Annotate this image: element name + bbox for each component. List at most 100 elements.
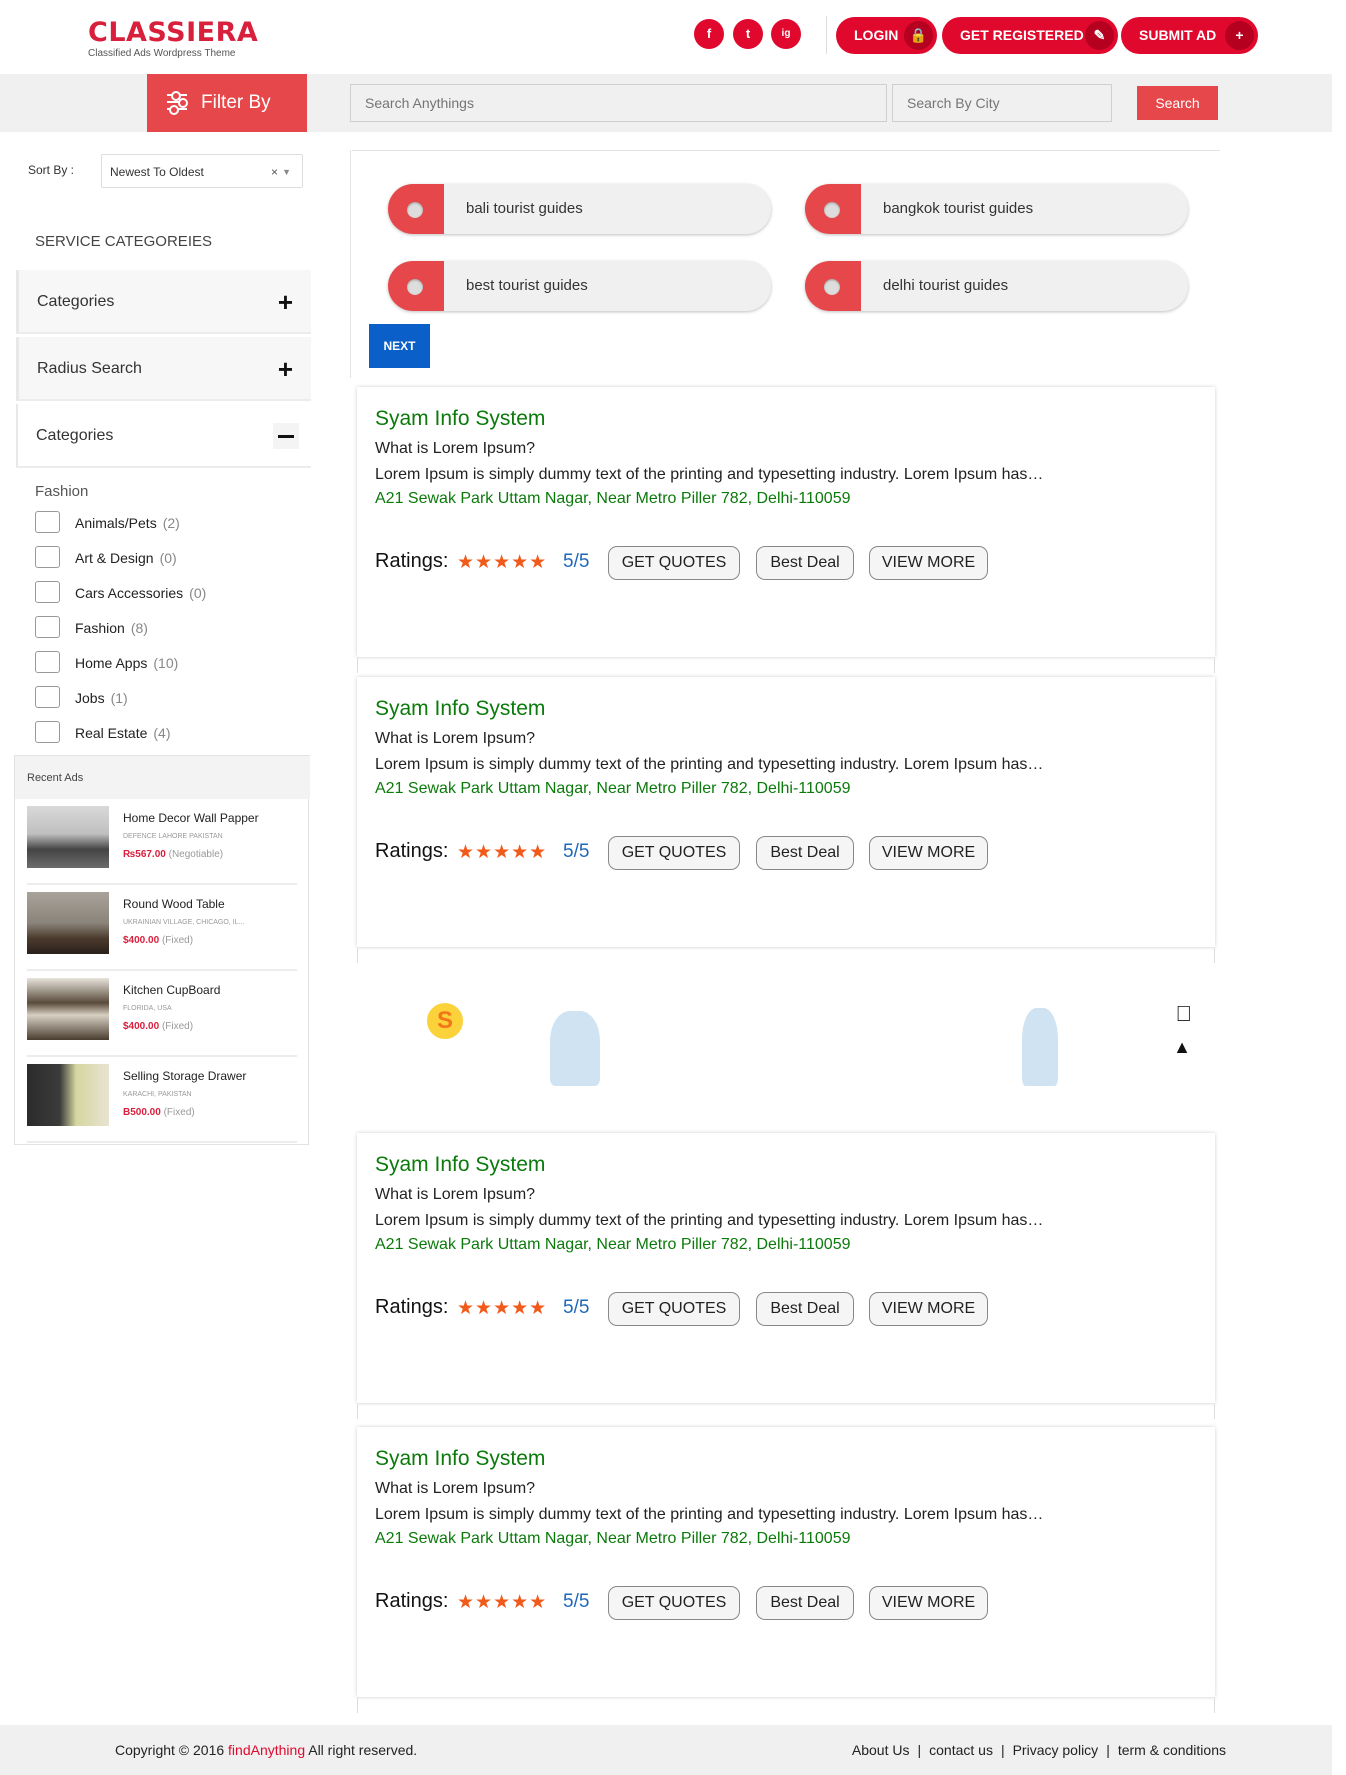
recent-ad-location: DEFENCE LAHORE PAKISTAN [123,833,223,840]
recent-ad-image[interactable] [27,806,109,868]
tag-pill[interactable]: bali tourist guides [388,184,771,234]
accordion-categories-open[interactable]: Categories [16,404,311,468]
logo[interactable]: CLASSIERA Classified Ads Wordpress Theme [88,18,258,60]
best-deal-button[interactable]: Best Deal [756,1292,854,1326]
accordion-categories[interactable]: Categories + [16,270,311,334]
copyright-prefix: Copyright © 2016 [115,1742,225,1758]
search-input[interactable] [350,84,887,122]
copyright-suffix: All right reserved. [308,1742,418,1758]
sort-by-select[interactable]: Newest To Oldest × ▼ [101,154,303,188]
best-deal-button[interactable]: Best Deal [756,546,854,580]
get-quotes-button[interactable]: GET QUOTES [608,546,740,580]
divider [350,150,351,378]
recent-ad-title[interactable]: Selling Storage Drawer [123,1069,246,1083]
tag-pill[interactable]: bangkok tourist guides [805,184,1188,234]
next-button[interactable]: NEXT [369,324,430,368]
accordion-radius-search[interactable]: Radius Search + [16,337,311,401]
recent-ad-item[interactable]: Round Wood Table UKRAINIAN VILLAGE, CHIC… [27,885,297,971]
recent-ad-item[interactable]: Home Decor Wall Papper DEFENCE LAHORE PA… [27,799,297,885]
animals-icon [35,511,60,533]
submit-ad-button[interactable]: SUBMIT AD + [1121,17,1258,54]
ratings-label: Ratings: [375,1296,449,1318]
search-button[interactable]: Search [1137,86,1218,120]
best-deal-button[interactable]: Best Deal [756,836,854,870]
tag-label: delhi tourist guides [883,277,1009,294]
view-more-button[interactable]: VIEW MORE [869,836,988,870]
listing-address: A21 Sewak Park Uttam Nagar, Near Metro P… [375,1530,851,1547]
filter-by-label: Filter By [201,92,271,113]
view-more-button[interactable]: VIEW MORE [869,1586,988,1620]
get-registered-button[interactable]: GET REGISTERED ✎ [942,17,1118,54]
category-count: (2) [162,515,180,531]
ratings-label: Ratings: [375,840,449,862]
listing-question: What is Lorem Ipsum? [375,730,536,747]
recent-ad-image[interactable] [27,978,109,1040]
recent-ad-location: FLORIDA, USA [123,1005,172,1012]
footer-brand-link[interactable]: findAnything [228,1742,305,1758]
recent-ads-title: Recent Ads [15,755,310,799]
tag-pill[interactable]: best tourist guides [388,261,771,311]
twitter-icon[interactable]: t [733,19,763,49]
listing-card: Syam Info System What is Lorem Ipsum? Lo… [357,677,1215,947]
recent-ad-title[interactable]: Round Wood Table [123,897,225,911]
tag-pill[interactable]: delhi tourist guides [805,261,1188,311]
category-label: Home Apps [75,655,148,671]
view-more-button[interactable]: VIEW MORE [869,546,988,580]
price-note: (Fixed) [161,935,194,946]
expand-icon[interactable]: + [278,270,293,334]
site-header: CLASSIERA Classified Ads Wordpress Theme… [0,0,1346,74]
listing-title[interactable]: Syam Info System [375,697,545,721]
filter-by-button[interactable]: Filter By [147,74,307,132]
star-rating-icon: ★★★★★ [457,552,548,573]
ratings-label: Ratings: [375,550,449,572]
apple-icon[interactable]:  [1176,1001,1193,1027]
collapse-icon[interactable] [273,423,299,449]
get-quotes-button[interactable]: GET QUOTES [608,836,740,870]
recent-ad-title[interactable]: Kitchen CupBoard [123,983,220,997]
listing-description: Lorem Ipsum is simply dummy text of the … [375,466,1044,483]
login-button[interactable]: LOGIN 🔒 [836,17,937,54]
footer-link-contact[interactable]: contact us [929,1742,993,1758]
expand-icon[interactable]: + [278,337,293,401]
recent-ad-image[interactable] [27,1064,109,1126]
listing-address: A21 Sewak Park Uttam Nagar, Near Metro P… [375,490,851,507]
radio-icon [805,184,861,234]
facebook-icon[interactable]: f [694,19,724,49]
ad-banner[interactable]: S Super diet Plans —— Weigt loss simplif… [360,983,1206,1086]
get-quotes-button[interactable]: GET QUOTES [608,1586,740,1620]
rating-value: 5/5 [563,551,590,572]
tag-label: best tourist guides [466,277,588,294]
star-rating-icon: ★★★★★ [457,1298,548,1319]
listing-title[interactable]: Syam Info System [375,1153,545,1177]
get-quotes-button[interactable]: GET QUOTES [608,1292,740,1326]
service-categories-title: SERVICE CATEGOREIES [35,233,212,250]
recent-ad-image[interactable] [27,892,109,954]
recent-ad-item[interactable]: Selling Storage Drawer KARACHI, PAKISTAN… [27,1057,297,1143]
listing-address: A21 Sewak Park Uttam Nagar, Near Metro P… [375,780,851,797]
listing-card: Syam Info System What is Lorem Ipsum? Lo… [357,1427,1215,1697]
divider [352,150,1220,151]
listing-address: A21 Sewak Park Uttam Nagar, Near Metro P… [375,1236,851,1253]
best-deal-button[interactable]: Best Deal [756,1586,854,1620]
clear-icon[interactable]: × [271,155,278,189]
android-icon[interactable]: ▲ [1173,1037,1191,1058]
category-count: (0) [159,550,177,566]
footer-link-about[interactable]: About Us [852,1742,910,1758]
footer-link-privacy[interactable]: Privacy policy [1013,1742,1099,1758]
recent-ad-location: KARACHI, PAKISTAN [123,1091,192,1098]
listing-title[interactable]: Syam Info System [375,407,545,431]
price-value: B500.00 [123,1107,161,1118]
star-rating-icon: ★★★★★ [457,1592,548,1613]
view-more-button[interactable]: VIEW MORE [869,1292,988,1326]
recent-ad-item[interactable]: Kitchen CupBoard FLORIDA, USA $400.00 (F… [27,971,297,1057]
listing-title[interactable]: Syam Info System [375,1447,545,1471]
instagram-icon[interactable]: ig [771,19,801,49]
recent-ad-title[interactable]: Home Decor Wall Papper [123,811,259,825]
listing-question: What is Lorem Ipsum? [375,440,536,457]
separator: | [917,1742,922,1758]
city-input[interactable] [892,84,1112,122]
listing-card: Syam Info System What is Lorem Ipsum? Lo… [357,1133,1215,1403]
sort-by-value: Newest To Oldest [110,165,204,179]
footer-link-terms[interactable]: term & conditions [1118,1742,1226,1758]
category-label: Jobs [75,690,105,706]
